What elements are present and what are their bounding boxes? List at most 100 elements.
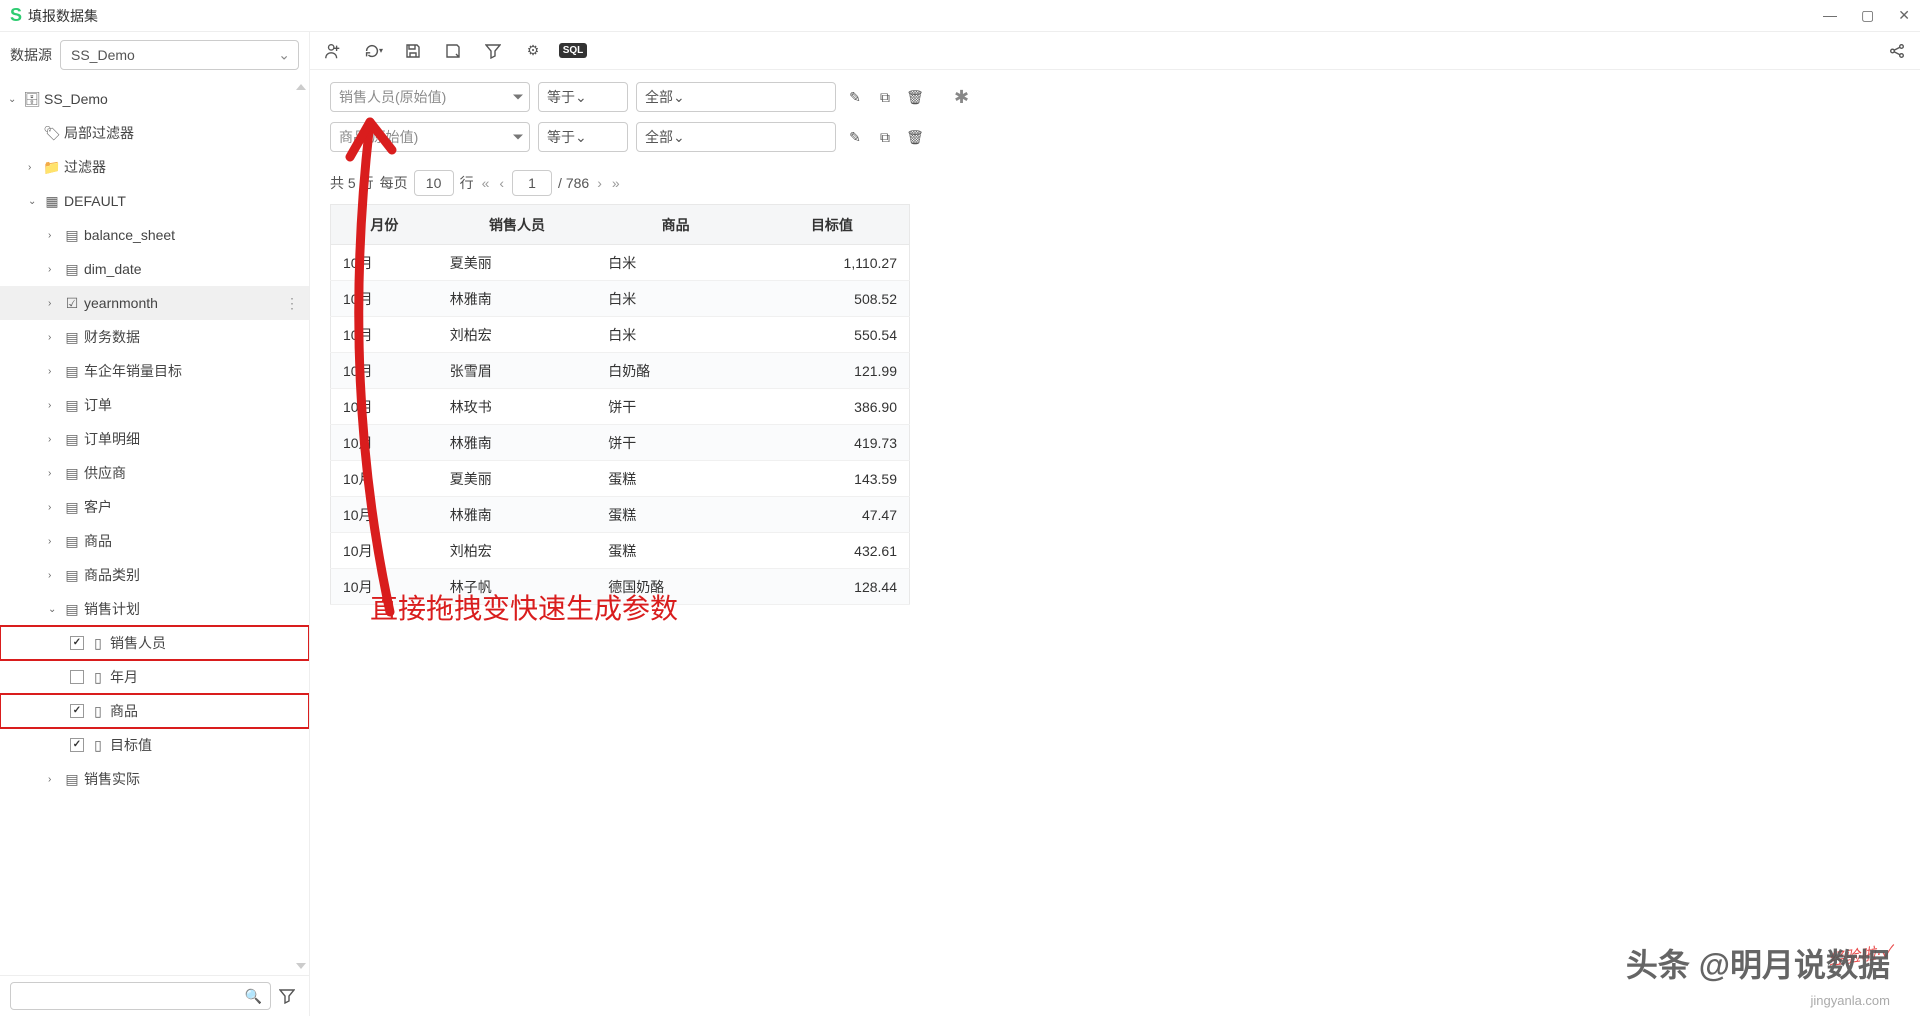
cell-product: 白米 [596,317,755,353]
filter-op-2[interactable]: 等于⌄ [538,122,628,152]
share-icon[interactable] [1886,40,1908,62]
tree-fin[interactable]: ›▤ 财务数据 [0,320,309,354]
datasource-value: SS_Demo [71,47,135,63]
field-target[interactable]: ▯ 目标值 [0,728,309,762]
minimize-button[interactable]: — [1823,7,1837,24]
tree-local-filter[interactable]: 🏷 局部过滤器 [0,116,309,150]
per-page-input[interactable]: 10 [414,170,454,196]
cell-person: 林雅南 [438,281,597,317]
tree-dim-date[interactable]: ›▤ dim_date [0,252,309,286]
delete-icon[interactable]: 🗑 [904,126,926,148]
tree-yearnmonth[interactable]: ›☑ yearnmonth ⋮ [0,286,309,320]
tree-car[interactable]: ›▤ 车企年销量目标 [0,354,309,388]
checkbox-checked-icon[interactable] [70,738,84,752]
checkbox-checked-icon[interactable] [70,636,84,650]
cell-value: 121.99 [755,353,910,389]
tree-root[interactable]: ⌄🗄 SS_Demo [0,82,309,116]
table-row[interactable]: 10月 刘柏宏 白米 550.54 [331,317,910,353]
row-label: 行 [460,173,474,193]
cell-person: 夏美丽 [438,461,597,497]
tree-balance-sheet[interactable]: ›▤ balance_sheet [0,218,309,252]
tree: ⌄🗄 SS_Demo 🏷 局部过滤器 ›📁 过滤器 ⌄▦ DEFAULT ›▤ … [0,78,309,975]
tree-default[interactable]: ⌄▦ DEFAULT [0,184,309,218]
col-product[interactable]: 商品 [596,205,755,245]
col-person[interactable]: 销售人员 [438,205,597,245]
cell-person: 夏美丽 [438,245,597,281]
first-page-button[interactable]: « [480,175,492,191]
filter-field-1[interactable]: 销售人员(原始值) [330,82,530,112]
field-product[interactable]: ▯ 商品 [0,694,309,728]
tree-product[interactable]: ›▤ 商品 [0,524,309,558]
sql-button[interactable]: SQL [562,40,584,62]
table-row[interactable]: 10月 林玫书 饼干 386.90 [331,389,910,425]
copy-icon[interactable]: ⧉ [874,126,896,148]
scroll-down-icon[interactable] [296,963,306,969]
tree-category[interactable]: ›▤ 商品类别 [0,558,309,592]
save-icon[interactable] [402,40,424,62]
maximize-button[interactable]: ▢ [1861,7,1874,24]
user-icon[interactable] [322,40,344,62]
table-icon: ▤ [62,499,82,516]
table-row[interactable]: 10月 刘柏宏 蛋糕 432.61 [331,533,910,569]
table-row[interactable]: 10月 夏美丽 白米 1,110.27 [331,245,910,281]
filter-settings-icon[interactable] [279,988,299,1004]
table-row[interactable]: 10月 张雪眉 白奶酪 121.99 [331,353,910,389]
tree-order-detail[interactable]: ›▤ 订单明细 [0,422,309,456]
field-sales-person[interactable]: ▯ 销售人员 [0,626,309,660]
scroll-up-icon[interactable] [296,84,306,90]
filter-settings-icon[interactable]: ✱ [954,87,969,108]
table-row[interactable]: 10月 林雅南 蛋糕 47.47 [331,497,910,533]
search-input[interactable]: 🔍 [10,982,271,1010]
next-page-button[interactable]: › [595,175,604,191]
edit-icon[interactable]: ✎ [844,86,866,108]
tree-sales-actual[interactable]: ›▤ 销售实际 [0,762,309,796]
folder-icon: 📁 [42,159,62,176]
filter-op-1[interactable]: 等于⌄ [538,82,628,112]
cell-product: 蛋糕 [596,497,755,533]
checkbox-checked-icon[interactable] [70,704,84,718]
app-icon: S [10,5,22,26]
table-row[interactable]: 10月 林雅南 白米 508.52 [331,281,910,317]
datasource-select[interactable]: SS_Demo ⌄ [60,40,299,70]
edit-icon[interactable]: ✎ [844,126,866,148]
col-target[interactable]: 目标值 [755,205,910,245]
delete-icon[interactable]: 🗑 [904,86,926,108]
tree-sales-plan[interactable]: ⌄▤ 销售计划 [0,592,309,626]
column-icon: ▯ [88,635,108,652]
tree-order[interactable]: ›▤ 订单 [0,388,309,422]
table-icon: ▤ [62,363,82,380]
titlebar: S 填报数据集 — ▢ ✕ [0,0,1920,32]
checkbox-icon[interactable] [70,670,84,684]
table-icon: ▤ [62,227,82,244]
copy-icon[interactable]: ⧉ [874,86,896,108]
filter-value-2[interactable]: 全部⌄ [636,122,836,152]
cell-value: 47.47 [755,497,910,533]
filter-field-2[interactable]: 商品(原始值) [330,122,530,152]
close-button[interactable]: ✕ [1898,7,1910,24]
last-page-button[interactable]: » [610,175,622,191]
chevron-down-icon: ⌄ [673,89,685,106]
annotation-text: 直接拖拽变快速生成参数 [370,587,678,627]
per-page-label: 每页 [380,173,408,193]
cell-person: 刘柏宏 [438,317,597,353]
prev-page-button[interactable]: ‹ [497,175,506,191]
page-input[interactable]: 1 [512,170,552,196]
total-pages: / 786 [558,175,589,191]
tree-scrollbar[interactable] [295,78,307,975]
field-year-month[interactable]: ▯ 年月 [0,660,309,694]
table-row[interactable]: 10月 夏美丽 蛋糕 143.59 [331,461,910,497]
tree-supplier[interactable]: ›▤ 供应商 [0,456,309,490]
cell-product: 饼干 [596,425,755,461]
funnel-icon[interactable] [482,40,504,62]
filter-value-1[interactable]: 全部⌄ [636,82,836,112]
tree-filter[interactable]: ›📁 过滤器 [0,150,309,184]
col-month[interactable]: 月份 [331,205,438,245]
table-icon: ▤ [62,397,82,414]
view-icon: ☑ [62,295,82,312]
data-table: 月份 销售人员 商品 目标值 10月 夏美丽 白米 1,110.2710月 林雅… [330,204,910,605]
save-as-icon[interactable] [442,40,464,62]
tree-customer[interactable]: ›▤ 客户 [0,490,309,524]
gear-icon[interactable]: ⚙ [522,40,544,62]
refresh-icon[interactable]: ▾ [362,40,384,62]
table-row[interactable]: 10月 林雅南 饼干 419.73 [331,425,910,461]
